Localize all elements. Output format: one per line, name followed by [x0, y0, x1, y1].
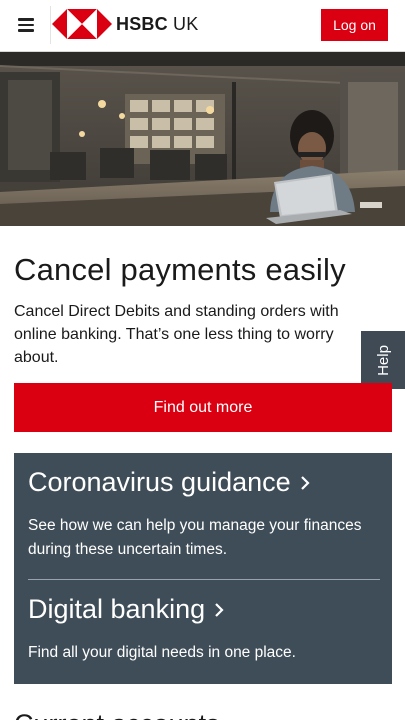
- page-headline: Cancel payments easily: [14, 252, 346, 287]
- coronavirus-guidance-link[interactable]: Coronavirus guidance See how we can help…: [28, 467, 380, 562]
- brand-wordmark: HSBC UK: [116, 14, 198, 35]
- find-out-more-button[interactable]: Find out more: [14, 383, 392, 432]
- hsbc-hexagon-logo-icon: [52, 9, 112, 39]
- promo-description: Find all your digital needs in one place…: [28, 644, 296, 661]
- promo-title-text: Coronavirus guidance: [28, 467, 291, 497]
- promo-description: See how we can help you manage your fina…: [28, 517, 362, 558]
- promo-title-text: Digital banking: [28, 594, 206, 624]
- headline-description: Cancel Direct Debits and standing orders…: [14, 303, 339, 366]
- chevron-right-icon: [300, 475, 310, 490]
- promo-title: Digital banking: [28, 594, 380, 625]
- help-tab[interactable]: Help: [361, 331, 405, 389]
- promo-title: Coronavirus guidance: [28, 467, 380, 498]
- current-accounts-heading: Current accounts: [14, 709, 220, 720]
- help-tab-label: Help: [374, 344, 392, 376]
- hero-image: [0, 52, 405, 226]
- site-header: HSBC UK Log on: [0, 0, 405, 52]
- hamburger-menu-icon[interactable]: [18, 18, 34, 32]
- chevron-right-icon: [215, 602, 224, 617]
- log-on-button[interactable]: Log on: [321, 9, 388, 41]
- promo-panel: Coronavirus guidance See how we can help…: [14, 453, 392, 684]
- hsbc-logo[interactable]: HSBC UK: [52, 8, 198, 40]
- header-divider: [50, 6, 51, 44]
- brand-region: UK: [173, 13, 199, 34]
- brand-name: HSBC: [116, 13, 168, 34]
- digital-banking-link[interactable]: Digital banking Find all your digital ne…: [28, 594, 380, 665]
- office-scene-illustration: [0, 52, 405, 226]
- promo-divider: [28, 579, 380, 580]
